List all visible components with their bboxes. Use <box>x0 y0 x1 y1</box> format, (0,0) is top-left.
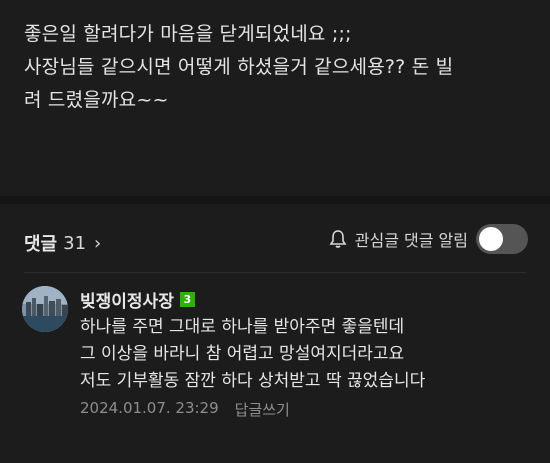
comment-meta: 2024.01.07. 23:29 답글쓰기 <box>80 399 530 420</box>
comment-timestamp: 2024.01.07. 23:29 <box>80 399 219 417</box>
chevron-right-icon: › <box>94 232 102 254</box>
avatar[interactable] <box>22 286 68 332</box>
reply-button[interactable]: 답글쓰기 <box>235 399 290 420</box>
comment-author: 빚쟁이정사장 3 <box>80 286 530 312</box>
comment-body: 빚쟁이정사장 3 하나를 주면 그대로 하나를 받아주면 좋을텐데 그 이상을 … <box>80 286 530 420</box>
notify-label: 관심글 댓글 알림 <box>354 231 468 250</box>
comment-text: 하나를 주면 그대로 하나를 받아주면 좋을텐데 그 이상을 바라니 참 어렵고… <box>80 317 426 391</box>
comment-label: 댓글 <box>24 234 58 255</box>
comment-count: 31 <box>63 232 87 254</box>
post-body: 좋은일 할려다가 마음을 닫게되었네요 ;;; 사장님들 같으시면 어떻게 하셨… <box>24 23 454 111</box>
comment-count-link[interactable]: 댓글 31 › <box>24 230 101 256</box>
avatar-image <box>22 286 68 332</box>
comment-notify: 관심글 댓글 알림 <box>329 224 528 254</box>
section-divider <box>0 196 550 204</box>
notify-toggle[interactable] <box>476 224 528 254</box>
comment-header-bar: 댓글 31 › 관심글 댓글 알림 <box>0 204 550 272</box>
bell-icon <box>329 230 347 248</box>
level-badge: 3 <box>179 291 195 307</box>
comment-divider <box>24 272 526 273</box>
toggle-knob <box>479 227 503 251</box>
author-name[interactable]: 빚쟁이정사장 <box>80 287 174 312</box>
